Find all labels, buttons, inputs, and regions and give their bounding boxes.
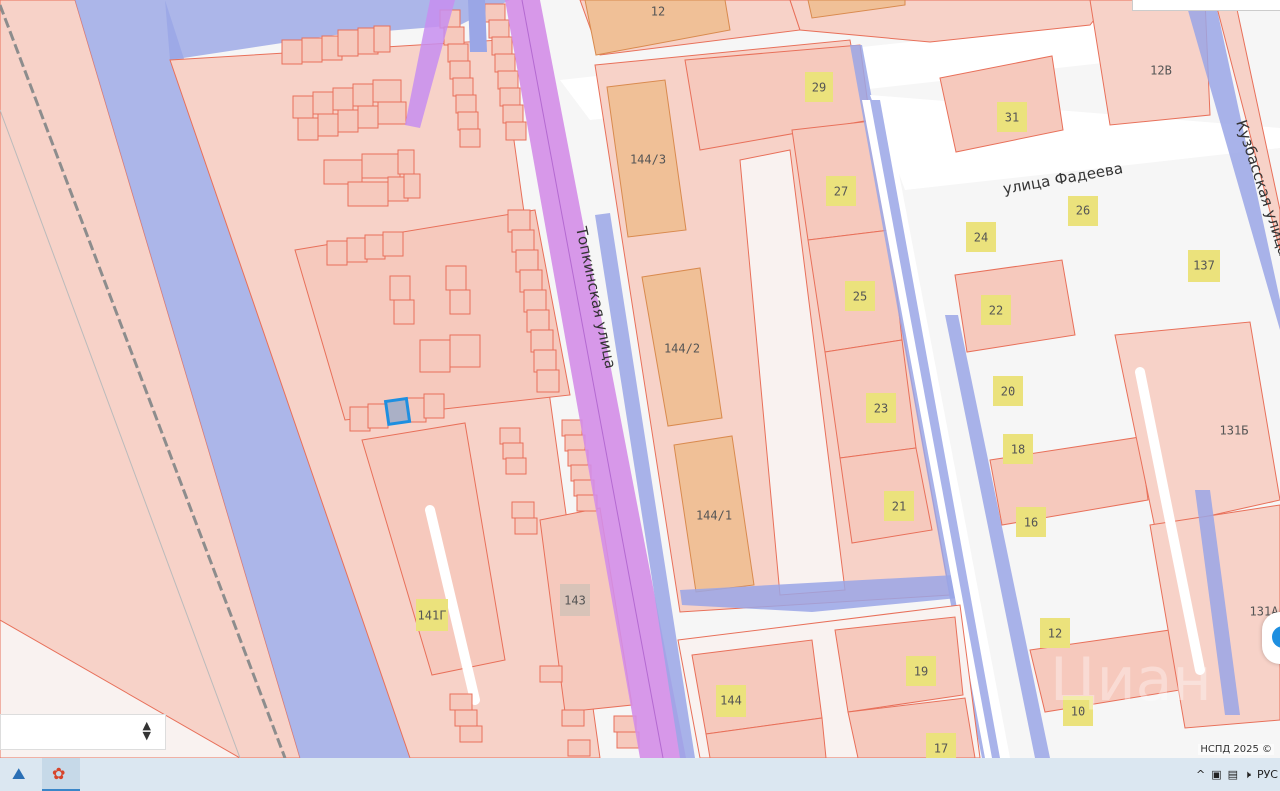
label-144-1: 144/1: [696, 509, 732, 523]
ship-app-icon: ⛰: [12, 764, 26, 783]
taskbar: ⛰ ✿ ^ ▣ ▤ 🕨 РУС: [0, 758, 1280, 791]
label-131b: 131Б: [1220, 424, 1249, 438]
system-tray: ^ ▣ ▤ 🕨 РУС: [1196, 758, 1278, 791]
taskbar-app-ship[interactable]: ⛰: [2, 758, 40, 791]
label-18: 18: [1011, 443, 1025, 457]
label-144: 144: [720, 694, 742, 708]
label-144-2: 144/2: [664, 342, 700, 356]
label-23: 23: [874, 402, 888, 416]
volume-muted-icon[interactable]: 🕨: [1244, 768, 1251, 782]
network-icon[interactable]: ▤: [1228, 768, 1238, 781]
map-layer-select[interactable]: ▲ ▼: [0, 714, 166, 750]
parcel-22[interactable]: [954, 259, 1076, 353]
tray-chevron-icon[interactable]: ^: [1196, 768, 1205, 781]
tray-app-icon[interactable]: ▣: [1211, 768, 1221, 781]
label-144-3: 144/3: [630, 153, 666, 167]
up-down-arrows-icon[interactable]: ▲ ▼: [143, 720, 151, 741]
label-25: 25: [853, 290, 867, 304]
label-17: 17: [934, 742, 948, 756]
watermark: Циан: [1050, 645, 1212, 715]
label-27: 27: [834, 185, 848, 199]
label-26: 26: [1076, 204, 1090, 218]
label-24: 24: [974, 231, 988, 245]
label-19: 19: [914, 665, 928, 679]
cadastral-map[interactable]: Топкинская улица улица Фадеева Кузбасска…: [0, 0, 1280, 758]
label-12v: 12В: [1150, 64, 1172, 78]
label-16: 16: [1024, 516, 1038, 530]
locate-icon: [1272, 626, 1280, 648]
label-22: 22: [989, 304, 1003, 318]
browser-app-icon: ✿: [52, 764, 66, 783]
label-137: 137: [1193, 259, 1215, 273]
label-29: 29: [812, 81, 826, 95]
label-141g: 141Г: [418, 609, 447, 623]
label-20: 20: [1001, 385, 1015, 399]
language-indicator[interactable]: РУС: [1257, 768, 1278, 781]
label-21: 21: [892, 500, 906, 514]
label-12-bottom: 12: [1048, 627, 1062, 641]
label-12-top: 12: [651, 5, 665, 19]
label-31: 31: [1005, 111, 1019, 125]
copyright-text: НСПД 2025 ©: [1198, 744, 1274, 755]
label-143: 143: [564, 594, 586, 608]
locate-button[interactable]: [1262, 612, 1280, 664]
top-right-panel[interactable]: [1132, 0, 1280, 11]
selected-parcel[interactable]: [383, 396, 412, 426]
taskbar-app-browser[interactable]: ✿: [42, 758, 80, 791]
